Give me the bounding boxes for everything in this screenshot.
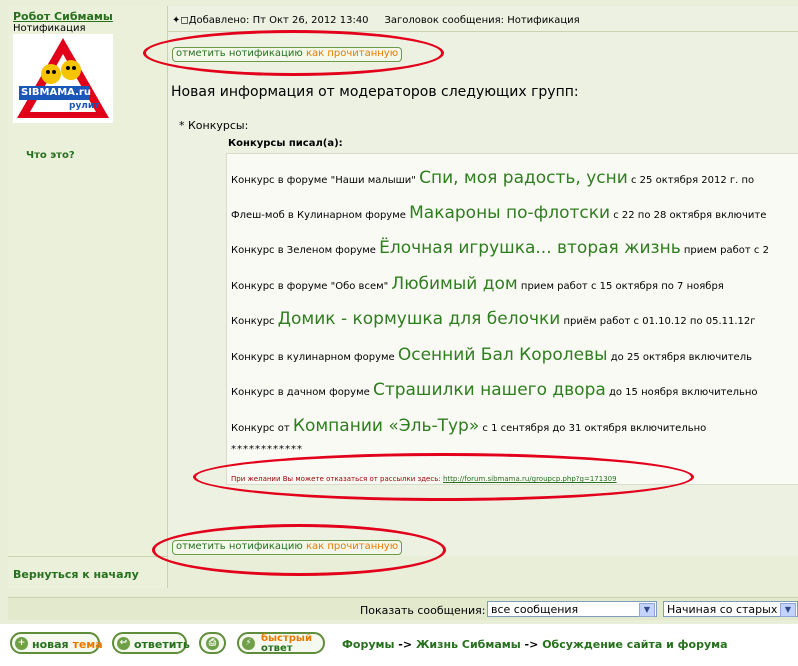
contest-title-link[interactable]: Спи, моя радость, усни xyxy=(419,168,628,188)
printer-icon: ⎙ xyxy=(206,637,219,650)
contest-title-link[interactable]: Страшилки нашего двора xyxy=(373,380,606,400)
bolt-icon: ⚡ xyxy=(242,637,255,650)
post-author-column: Робот Сибмамы Нотификация SIBMAMA.ru рул… xyxy=(8,6,168,588)
logo-text: SIBMAMA.ru xyxy=(21,87,91,98)
contest-title-link[interactable]: Осенний Бал Королевы xyxy=(398,345,608,365)
reply-button[interactable]: ↩ ответить xyxy=(112,632,190,654)
whats-this-link[interactable]: Что это? xyxy=(26,150,75,161)
post-added-value: Пт Окт 26, 2012 13:40 xyxy=(252,15,369,26)
chevron-down-icon: ▼ xyxy=(780,603,796,617)
plus-icon: + xyxy=(15,637,28,650)
contest-line: Конкурс Домик - кормушка для белочки при… xyxy=(231,309,756,329)
page-frame: Робот Сибмамы Нотификация SIBMAMA.ru рул… xyxy=(0,0,798,666)
logo-subtext: рулит xyxy=(69,101,100,111)
breadcrumb-life[interactable]: Жизнь Сибмамы xyxy=(416,638,521,651)
left-divider xyxy=(8,556,167,557)
contest-line: Конкурс в Зеленом форуме Ёлочная игрушка… xyxy=(231,238,769,258)
contest-title-link[interactable]: Макароны по-флотски xyxy=(409,203,610,223)
annotation-ring-unsubscribe xyxy=(193,453,694,501)
contest-line: Конкурс в форуме "Наши малыши" Спи, моя … xyxy=(231,168,755,188)
post-subject-value: Нотификация xyxy=(507,15,580,26)
new-info-title: Новая информация от модераторов следующи… xyxy=(171,84,579,100)
back-to-top-link[interactable]: Вернуться к началу xyxy=(13,568,139,581)
annotation-ring-top xyxy=(143,30,444,76)
breadcrumb-separator: -> xyxy=(524,638,539,651)
avatar: SIBMAMA.ru рулит xyxy=(13,34,113,123)
post-icon: ✦◻ xyxy=(172,15,189,26)
quote-header: Конкурсы писал(а): xyxy=(228,138,343,149)
contest-line: Конкурс в форуме "Обо всем" Любимый дом … xyxy=(231,274,724,294)
stars-divider: ************ xyxy=(231,444,303,455)
annotation-ring-bottom xyxy=(152,524,446,576)
print-button[interactable]: ⎙ xyxy=(199,632,226,654)
post-author-rank: Нотификация xyxy=(13,23,86,34)
contest-title-link[interactable]: Любимый дом xyxy=(391,274,517,294)
post-subject-label: Заголовок сообщения: xyxy=(384,15,504,26)
contest-line: Конкурс в кулинарном форуме Осенний Бал … xyxy=(231,345,752,365)
show-messages-select[interactable]: все сообщения ▼ xyxy=(487,601,657,617)
contest-title-link[interactable]: Домик - кормушка для белочки xyxy=(278,309,561,329)
post-header: ✦◻Добавлено: Пт Окт 26, 2012 13:40 Загол… xyxy=(172,15,580,26)
breadcrumb-separator: -> xyxy=(398,638,413,651)
reply-icon: ↩ xyxy=(117,637,130,650)
sort-order-select[interactable]: Начиная со старых ▼ xyxy=(663,601,798,617)
breadcrumb-discussion[interactable]: Обсуждение сайта и форума xyxy=(542,638,727,651)
post-author-name[interactable]: Робот Сибмамы xyxy=(13,10,113,23)
contest-title-link[interactable]: Ёлочная игрушка... вторая жизнь xyxy=(379,238,681,258)
footer-bar: + новая тема ↩ ответить ⎙ ⚡ быстрый ответ Фо… xyxy=(0,624,798,666)
contest-line: Конкурс в дачном форуме Страшилки нашего… xyxy=(231,380,758,400)
show-messages-label: Показать сообщения: xyxy=(360,604,486,617)
contest-title-link[interactable]: Компании «Эль-Тур» xyxy=(293,416,479,436)
new-topic-button[interactable]: + новая тема xyxy=(10,632,103,654)
quick-reply-button[interactable]: ⚡ быстрый ответ xyxy=(237,632,325,654)
group-item: * Конкурсы: xyxy=(179,119,249,132)
display-options-bar: Показать сообщения: все сообщения ▼ Начин… xyxy=(8,597,798,620)
breadcrumb: Форумы -> Жизнь Сибмамы -> Обсуждение са… xyxy=(342,638,728,651)
quote-block: Конкурс в форуме "Наши малыши" Спи, моя … xyxy=(226,153,798,485)
breadcrumb-forums[interactable]: Форумы xyxy=(342,638,394,651)
contest-line: Конкурс от Компании «Эль-Тур» с 1 сентяб… xyxy=(231,416,707,436)
contest-line: Флеш-моб в Кулинарном форуме Макароны по… xyxy=(231,203,767,223)
chevron-down-icon: ▼ xyxy=(639,603,655,617)
post-added-label: Добавлено: xyxy=(188,15,250,26)
